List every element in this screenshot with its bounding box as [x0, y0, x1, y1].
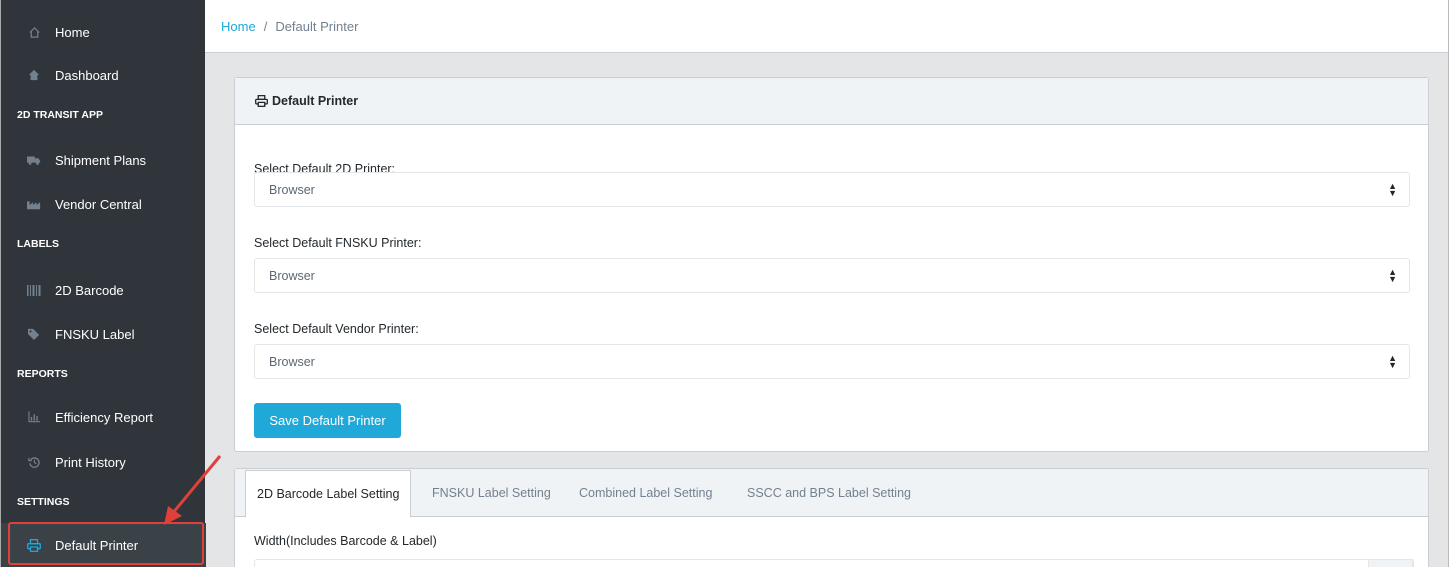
sidebar-item-fnsku-label[interactable]: FNSKU Label [1, 312, 206, 356]
select-2d-printer[interactable]: Browser ▲ ▼ [254, 172, 1410, 207]
breadcrumb-separator: / [263, 18, 268, 34]
sidebar-item-label: Dashboard [55, 67, 119, 83]
sidebar-section-transit: 2D TRANSIT APP [17, 109, 103, 121]
printer-icon [255, 95, 268, 107]
select-value: Browser [269, 268, 315, 283]
sidebar-item-dashboard[interactable]: Dashboard [1, 53, 206, 97]
sidebar-item-vendor-central[interactable]: Vendor Central [1, 182, 206, 226]
sidebar-item-2d-barcode[interactable]: 2D Barcode [1, 268, 206, 312]
save-default-printer-button[interactable]: Save Default Printer [254, 403, 401, 438]
printer-icon [25, 538, 43, 552]
sidebar-item-print-history[interactable]: Print History [1, 440, 206, 484]
history-icon [25, 456, 43, 469]
sidebar-item-label: Default Printer [55, 537, 139, 553]
tab-fnsku-label-setting[interactable]: FNSKU Label Setting [421, 469, 562, 517]
select-value: Browser [269, 354, 315, 369]
select-fnsku-printer[interactable]: Browser ▲ ▼ [254, 258, 1410, 293]
bar-chart-icon [25, 411, 43, 423]
sidebar-item-label: Efficiency Report [55, 409, 154, 425]
select-value: Browser [269, 182, 315, 197]
breadcrumb: Home / Default Printer [205, 0, 1448, 53]
tab-combined-label-setting[interactable]: Combined Label Setting [568, 469, 723, 517]
sidebar-item-label: Vendor Central [55, 196, 142, 212]
truck-icon [25, 154, 43, 166]
width-input[interactable] [254, 559, 1414, 567]
sidebar-item-label: 2D Barcode [55, 282, 124, 298]
home-icon [25, 26, 43, 39]
sort-caret-icon: ▲ ▼ [1388, 181, 1397, 198]
industry-icon [25, 198, 43, 210]
sidebar: Home Dashboard 2D TRANSIT APP Shipment P… [0, 0, 206, 567]
label-fnsku-printer: Select Default FNSKU Printer: [254, 236, 422, 250]
sidebar-item-default-printer[interactable]: Default Printer [1, 523, 206, 567]
sidebar-item-efficiency-report[interactable]: Efficiency Report [1, 395, 206, 439]
sidebar-section-settings: SETTINGS [17, 496, 70, 508]
breadcrumb-home-link[interactable]: Home [221, 19, 256, 34]
breadcrumb-current: Default Printer [275, 18, 359, 34]
card-title: Default Printer [272, 94, 359, 108]
sidebar-item-label: Home [55, 24, 90, 40]
dashboard-icon [25, 69, 43, 81]
barcode-icon [25, 284, 43, 296]
main-content: Home / Default Printer Default Printer S… [205, 0, 1449, 567]
tags-icon [25, 328, 43, 340]
card-header: Default Printer [235, 78, 1428, 125]
sidebar-section-reports: REPORTS [17, 368, 68, 380]
select-vendor-printer[interactable]: Browser ▲ ▼ [254, 344, 1410, 379]
sidebar-item-label: FNSKU Label [55, 326, 135, 342]
default-printer-card: Default Printer Select Default 2D Printe… [234, 77, 1429, 452]
sort-caret-icon: ▲ ▼ [1388, 353, 1397, 370]
tab-sscc-bps-label-setting[interactable]: SSCC and BPS Label Setting [736, 469, 922, 517]
sidebar-item-label: Shipment Plans [55, 152, 147, 168]
label-vendor-printer: Select Default Vendor Printer: [254, 322, 419, 336]
label-width: Width(Includes Barcode & Label) [254, 534, 437, 548]
sort-caret-icon: ▲ ▼ [1388, 267, 1397, 284]
width-input-addon [1368, 559, 1413, 567]
sidebar-section-labels: LABELS [17, 238, 59, 250]
sidebar-item-shipment-plans[interactable]: Shipment Plans [1, 138, 206, 182]
sidebar-item-label: Print History [55, 454, 126, 470]
sidebar-item-home[interactable]: Home [1, 10, 206, 54]
tabs-bar: 2D Barcode Label Setting FNSKU Label Set… [235, 469, 1428, 518]
label-settings-card: 2D Barcode Label Setting FNSKU Label Set… [234, 468, 1429, 567]
tab-2d-barcode-label-setting[interactable]: 2D Barcode Label Setting [245, 470, 412, 518]
